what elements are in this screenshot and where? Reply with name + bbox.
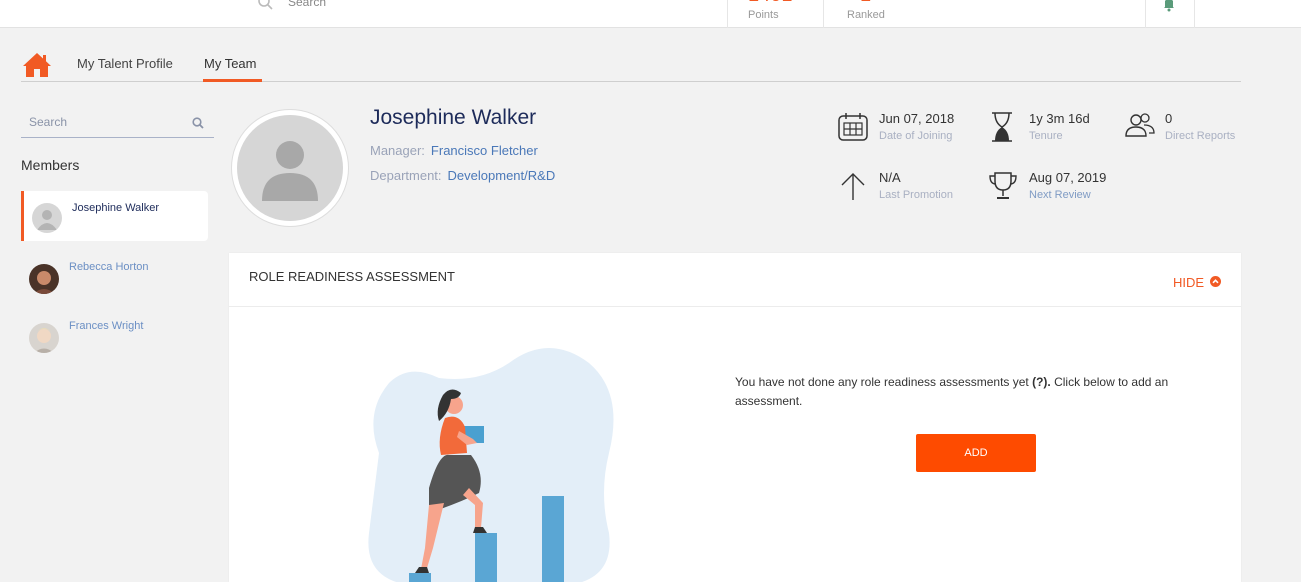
- reports-label: Direct Reports: [1165, 130, 1236, 142]
- member-item[interactable]: Rebecca Horton: [21, 252, 208, 302]
- nav-tabs: My Talent Profile My Team: [21, 50, 1241, 82]
- member-name: Josephine Walker: [72, 202, 160, 214]
- tenure-label: Tenure: [1029, 130, 1063, 142]
- climbing-woman-illustration: [359, 343, 629, 582]
- people-icon: [1124, 111, 1156, 146]
- divider: [1194, 0, 1195, 28]
- chevron-up-icon: [1210, 275, 1221, 290]
- ranked-value: 1: [860, 0, 871, 7]
- manager-link[interactable]: Francisco Fletcher: [431, 143, 538, 158]
- home-icon[interactable]: [22, 52, 52, 83]
- role-readiness-card: ROLE READINESS ASSESSMENT HIDE You have …: [229, 253, 1241, 582]
- hourglass-icon: [988, 111, 1018, 148]
- search-icon[interactable]: [192, 116, 204, 134]
- search-icon[interactable]: [258, 0, 274, 16]
- member-search-input[interactable]: [21, 110, 181, 134]
- top-bar: Search 1401 Points 1 Ranked: [0, 0, 1301, 28]
- card-title: ROLE READINESS ASSESSMENT: [249, 269, 455, 284]
- employee-name: Josephine Walker: [370, 106, 537, 129]
- hide-label: HIDE: [1172, 275, 1204, 290]
- member-name: Frances Wright: [69, 320, 144, 332]
- profile-avatar: [231, 109, 349, 227]
- message-text: You have not done any role readiness ass…: [735, 375, 1033, 389]
- manager-row: Manager: Francisco Fletcher: [370, 143, 538, 158]
- trophy-icon: [988, 170, 1018, 207]
- joining-date: Jun 07, 2018: [879, 111, 955, 126]
- member-name: Rebecca Horton: [69, 261, 149, 273]
- divider: [727, 0, 728, 28]
- avatar: [29, 323, 59, 353]
- add-assessment-button[interactable]: ADD: [916, 434, 1036, 472]
- hide-button[interactable]: HIDE: [1173, 275, 1221, 290]
- divider: [823, 0, 824, 28]
- member-search: [21, 110, 214, 138]
- ranked-label: Ranked: [847, 9, 885, 21]
- avatar: [29, 264, 59, 294]
- manager-label: Manager:: [370, 143, 425, 158]
- avatar: [32, 203, 62, 233]
- arrow-up-icon: [838, 170, 868, 207]
- next-review-link[interactable]: Next Review: [1029, 189, 1091, 201]
- points-value: 1401: [748, 0, 793, 7]
- members-title: Members: [21, 157, 80, 173]
- active-tab-indicator: [203, 79, 262, 82]
- points-label: Points: [748, 9, 779, 21]
- member-item[interactable]: Frances Wright: [21, 311, 208, 361]
- promotion-value: N/A: [879, 170, 901, 185]
- member-item[interactable]: Josephine Walker: [21, 191, 208, 241]
- joining-label: Date of Joining: [879, 130, 953, 142]
- review-value: Aug 07, 2019: [1029, 170, 1107, 185]
- tenure-value: 1y 3m 16d: [1029, 111, 1090, 126]
- bell-icon[interactable]: [1162, 0, 1176, 17]
- calendar-icon: [838, 111, 868, 146]
- department-row: Department: Development/R&D: [370, 168, 555, 183]
- department-label: Department:: [370, 168, 442, 183]
- help-link[interactable]: (?).: [1032, 375, 1051, 389]
- tab-my-team[interactable]: My Team: [204, 56, 257, 71]
- tab-my-talent-profile[interactable]: My Talent Profile: [77, 56, 173, 71]
- divider: [1145, 0, 1146, 28]
- no-assessment-message: You have not done any role readiness ass…: [735, 373, 1175, 411]
- department-link[interactable]: Development/R&D: [448, 168, 556, 183]
- reports-value: 0: [1165, 111, 1173, 126]
- card-header: ROLE READINESS ASSESSMENT HIDE: [229, 253, 1241, 307]
- promotion-label: Last Promotion: [879, 189, 953, 201]
- top-search-input[interactable]: Search: [288, 0, 326, 9]
